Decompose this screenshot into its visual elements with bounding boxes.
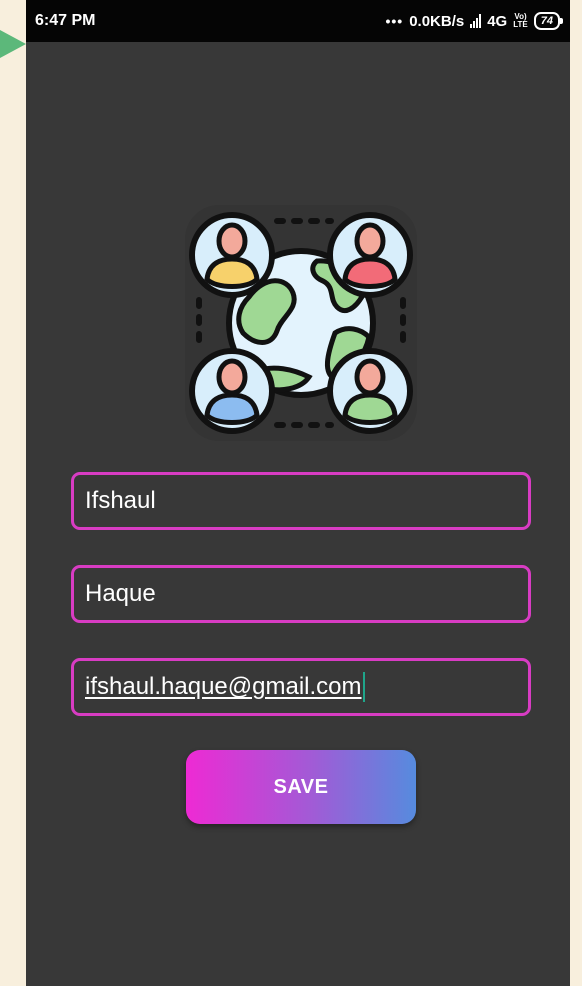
save-button[interactable]: SAVE bbox=[186, 750, 416, 824]
save-button-label: SAVE bbox=[273, 775, 329, 798]
status-bar: 6:47 PM ••• 0.0KB/s 4G Vo) LTE 74 bbox=[26, 0, 570, 42]
first-name-input[interactable]: Ifshaul bbox=[71, 472, 531, 530]
status-icons: ••• 0.0KB/s 4G Vo) LTE 74 bbox=[385, 12, 564, 30]
battery-icon: 74 bbox=[533, 12, 564, 30]
text-cursor bbox=[362, 672, 365, 702]
first-name-value: Ifshaul bbox=[85, 487, 156, 514]
volte-icon: Vo) LTE bbox=[513, 12, 528, 29]
email-input[interactable]: ifshaul.haque@gmail.com bbox=[71, 658, 531, 716]
signal-strength-icon bbox=[470, 14, 482, 28]
email-value: ifshaul.haque@gmail.com bbox=[85, 673, 362, 700]
last-name-value: Haque bbox=[85, 580, 156, 607]
last-name-input[interactable]: Haque bbox=[71, 565, 531, 623]
network-speed: 0.0KB/s bbox=[409, 12, 465, 30]
back-arrow-icon bbox=[0, 30, 26, 58]
notification-dots-icon: ••• bbox=[385, 13, 404, 29]
app-screen: 6:47 PM ••• 0.0KB/s 4G Vo) LTE 74 Ifshau… bbox=[26, 0, 570, 986]
global-network-people-icon bbox=[185, 205, 417, 441]
status-time: 6:47 PM bbox=[35, 12, 96, 29]
network-type: 4G bbox=[487, 12, 508, 30]
